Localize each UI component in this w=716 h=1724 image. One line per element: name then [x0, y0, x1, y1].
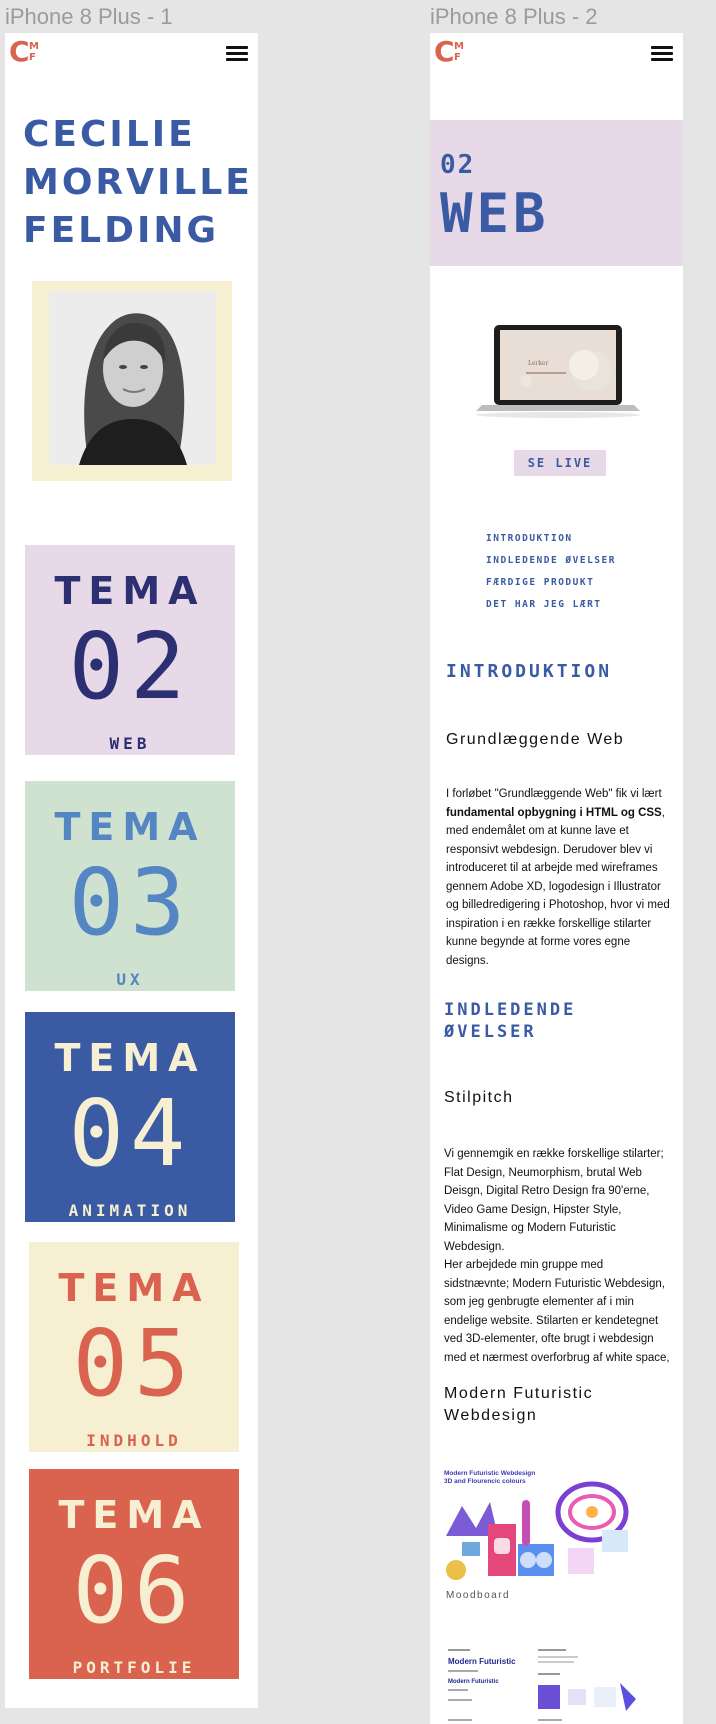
moodboard-caption: Moodboard: [446, 1590, 511, 1601]
tema-word: TEMA: [54, 1036, 206, 1080]
tema-number: 02: [68, 613, 192, 720]
artboard-2: C M F 02 WEB Lerker SE LIVE INTRODUKTION…: [430, 33, 683, 1724]
laptop-screen-text: Lerker: [528, 360, 549, 367]
style-tile-heading-2: Modern Futuristic: [448, 1679, 499, 1685]
artboard-1: C M F CECILIE MORVILLE FELDING TEMA 02 W…: [5, 33, 258, 1708]
section-heading-introduktion: INTRODUKTION: [446, 661, 613, 682]
logo-letter-m: M: [454, 41, 464, 52]
section-heading-indledende-ovelser: INDLEDENDE ØVELSER: [444, 999, 576, 1043]
name-line: FELDING: [23, 210, 220, 251]
subheading-modern-futuristic: Modern Futuristic Webdesign: [444, 1383, 593, 1427]
portrait-photo: [49, 291, 216, 465]
hero-banner: 02 WEB: [430, 120, 683, 266]
tema-number: 06: [72, 1537, 196, 1644]
tema-label: UX: [116, 970, 144, 989]
tema-word: TEMA: [58, 1493, 210, 1537]
logo-letter-f: F: [454, 52, 461, 63]
logo-letter-c: C: [9, 35, 30, 68]
moodboard-image: Modern Futuristic Webdesign 3D and Flour…: [442, 1466, 644, 1582]
frame-label-2: iPhone 8 Plus - 2: [430, 4, 598, 29]
tema-number: 03: [68, 849, 192, 956]
subheading-stilpitch: Stilpitch: [444, 1089, 514, 1106]
laptop-mockup-image: Lerker: [468, 311, 648, 421]
subheading-grundlaeggende-web: Grundlæggende Web: [446, 731, 625, 748]
tema-label: INDHOLD: [86, 1431, 182, 1450]
logo-letter-c: C: [434, 35, 455, 68]
se-live-button[interactable]: SE LIVE: [514, 450, 606, 476]
hamburger-menu-icon[interactable]: [226, 45, 248, 61]
portrait-frame: [32, 281, 232, 481]
tema-card-02[interactable]: TEMA 02 WEB: [25, 545, 235, 755]
hero-title: WEB: [440, 182, 550, 245]
hamburger-menu-icon[interactable]: [651, 45, 673, 61]
moodboard-title-1: Modern Futuristic Webdesign: [444, 1470, 535, 1477]
name-line: MORVILLE: [23, 162, 253, 203]
tema-word: TEMA: [58, 1266, 210, 1310]
tema-word: TEMA: [54, 805, 206, 849]
logo[interactable]: C M F: [9, 35, 43, 68]
subheading-line: Webdesign: [444, 1407, 538, 1424]
tema-card-05[interactable]: TEMA 05 INDHOLD: [29, 1242, 239, 1452]
logo-letter-f: F: [29, 52, 36, 63]
heading-line: INDLEDENDE: [444, 1000, 577, 1020]
intro-paragraph: I forløbet "Grundlæggende Web" fik vi læ…: [446, 788, 670, 967]
tema-label: WEB: [109, 734, 151, 753]
tema-word: TEMA: [54, 569, 206, 613]
stilpitch-paragraph-2: Her arbejdede min gruppe med sidstnævnte…: [444, 1259, 670, 1364]
tema-number: 05: [72, 1310, 196, 1417]
table-of-contents: INTRODUKTION INDLEDENDE ØVELSER FÆRDIGE …: [486, 528, 676, 616]
logo[interactable]: C M F: [434, 35, 468, 68]
stilpitch-paragraph: Vi gennemgik en række forskellige stilar…: [444, 1145, 670, 1367]
page-title: CECILIE MORVILLE FELDING: [23, 111, 258, 255]
style-tile-image: Modern Futuristic Modern Futuristic: [446, 1647, 642, 1724]
tema-label: PORTFOLIE: [72, 1658, 196, 1677]
tema-card-06[interactable]: TEMA 06 PORTFOLIE: [29, 1469, 239, 1679]
name-line: CECILIE: [23, 114, 196, 155]
hero-number: 02: [440, 150, 476, 180]
logo-letter-m: M: [29, 41, 39, 52]
tema-number: 04: [68, 1080, 192, 1187]
moodboard-title-2: 3D and Flourencic colours: [444, 1478, 526, 1485]
toc-link-introduktion[interactable]: INTRODUKTION: [486, 528, 676, 550]
tema-label: ANIMATION: [68, 1201, 192, 1220]
frame-label-1: iPhone 8 Plus - 1: [5, 4, 173, 29]
toc-link-det-har-jeg-laert[interactable]: DET HAR JEG LÆRT: [486, 594, 676, 616]
tema-card-04[interactable]: TEMA 04 ANIMATION: [25, 1012, 235, 1222]
stilpitch-paragraph-1: Vi gennemgik en række forskellige stilar…: [444, 1148, 664, 1253]
tema-card-03[interactable]: TEMA 03 UX: [25, 781, 235, 991]
heading-line: ØVELSER: [444, 1022, 537, 1042]
toc-link-indledende-ovelser[interactable]: INDLEDENDE ØVELSER: [486, 550, 676, 572]
style-tile-heading-1: Modern Futuristic: [448, 1657, 516, 1666]
subheading-line: Modern Futuristic: [444, 1385, 594, 1402]
toc-link-faerdige-produkt[interactable]: FÆRDIGE PRODUKT: [486, 572, 676, 594]
